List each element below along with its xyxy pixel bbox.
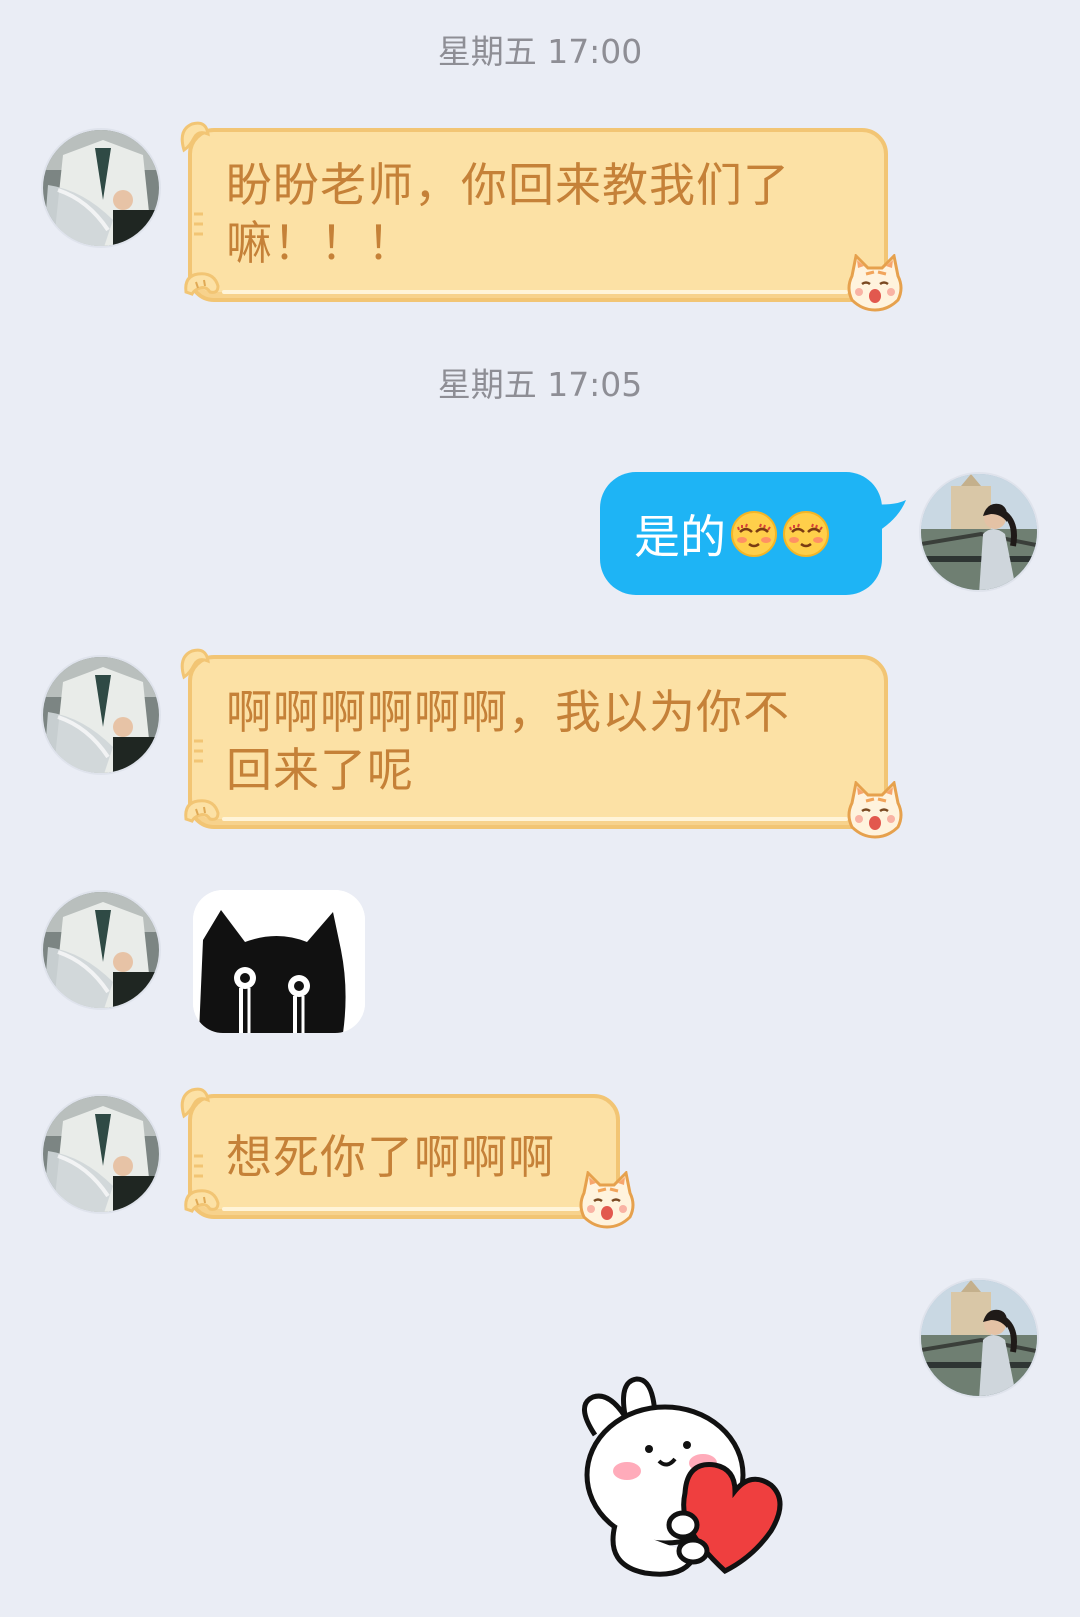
message-text-line: 回来了呢 bbox=[226, 743, 414, 797]
cat-paw-icon bbox=[184, 272, 220, 296]
timestamp: 星期五 17:00 bbox=[437, 32, 643, 71]
message-text-line: 啊啊啊啊啊啊，我以为你不 bbox=[226, 685, 790, 739]
contact-avatar[interactable] bbox=[41, 890, 161, 1010]
contact-avatar[interactable] bbox=[41, 128, 161, 248]
message-bubble[interactable]: 想死你了啊啊啊 bbox=[180, 1087, 635, 1229]
message-bubble[interactable]: 盼盼老师，你回来教我们了 嘛！！！ bbox=[180, 121, 903, 312]
blushing-face-emoji-icon bbox=[783, 510, 829, 557]
message-text-line: 嘛！！！ bbox=[226, 216, 414, 270]
bubble-ear-icon bbox=[180, 648, 210, 680]
cat-paw-icon bbox=[184, 1189, 220, 1213]
my-avatar[interactable] bbox=[919, 1278, 1039, 1398]
message-text: 想死你了啊啊啊 bbox=[226, 1130, 555, 1184]
contact-avatar[interactable] bbox=[41, 1094, 161, 1214]
message-bubble[interactable]: 啊啊啊啊啊啊，我以为你不 回来了呢 bbox=[180, 648, 903, 839]
bubble-stitch-icon bbox=[194, 212, 203, 236]
cat-face-icon bbox=[847, 254, 903, 312]
cat-face-icon bbox=[579, 1171, 635, 1229]
black-cat-sticker[interactable] bbox=[193, 890, 365, 1033]
message-bubble[interactable]: 是的 bbox=[600, 472, 882, 595]
bubble-tail-icon bbox=[872, 500, 906, 534]
cat-face-icon bbox=[847, 781, 903, 839]
message-text-line: 盼盼老师，你回来教我们了 bbox=[226, 158, 790, 212]
blushing-face-emoji-icon bbox=[731, 510, 777, 557]
contact-avatar[interactable] bbox=[41, 655, 161, 775]
message-text: 是的 bbox=[634, 509, 726, 564]
bubble-base bbox=[222, 1207, 580, 1211]
bubble-stitch-icon bbox=[194, 739, 203, 763]
timestamp: 星期五 17:05 bbox=[437, 365, 643, 404]
bubble-ear-icon bbox=[180, 1087, 210, 1119]
cat-paw-icon bbox=[184, 799, 220, 823]
bubble-base bbox=[222, 290, 848, 294]
my-avatar[interactable] bbox=[919, 472, 1039, 592]
chat-area[interactable]: 星期五 17:00 盼盼老师，你回来教我们了 嘛！！！ 星期五 17:05 是的… bbox=[0, 0, 1080, 1617]
bunny-heart-sticker[interactable] bbox=[575, 1375, 790, 1580]
bubble-ear-icon bbox=[180, 121, 210, 153]
bubble-stitch-icon bbox=[194, 1154, 203, 1177]
bubble-base bbox=[222, 817, 848, 821]
